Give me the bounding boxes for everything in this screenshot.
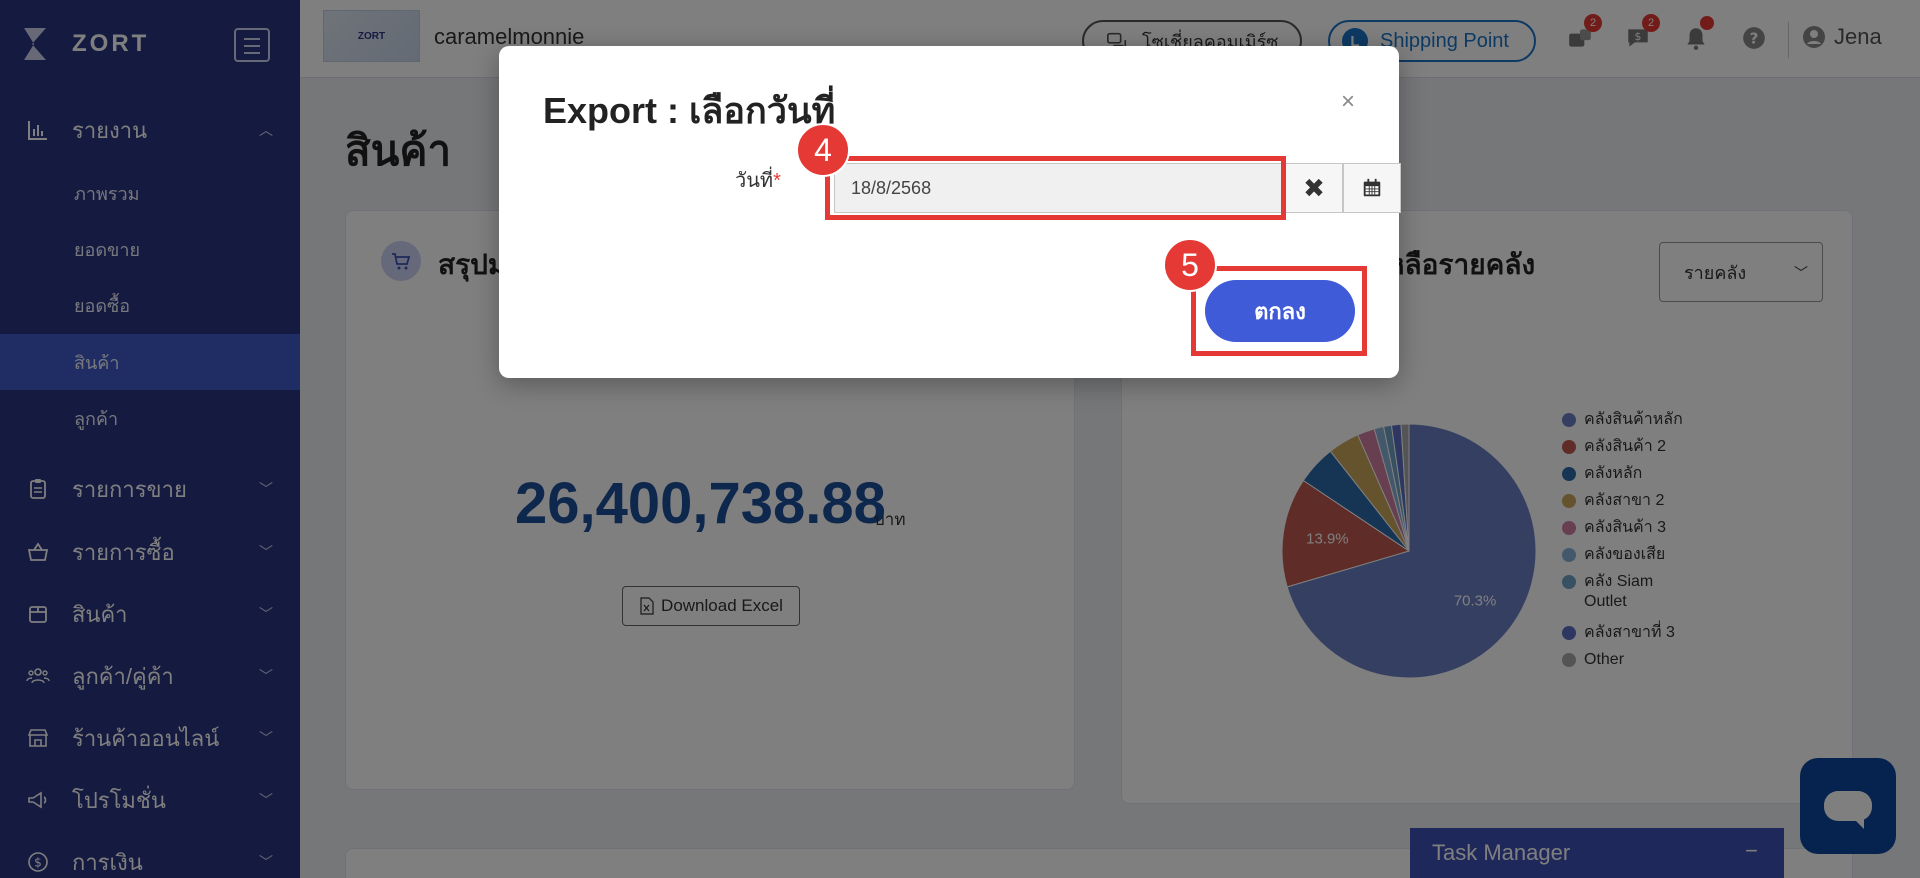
modal-title: Export : เลือกวันที่ bbox=[543, 90, 836, 131]
calendar-icon[interactable] bbox=[1343, 163, 1401, 213]
highlight-date-field-box bbox=[825, 156, 1286, 220]
required-mark: * bbox=[773, 170, 781, 192]
export-date-modal: Export : เลือกวันที่ × วันที่* 18/8/2568… bbox=[499, 46, 1401, 378]
step-marker-5: 5 bbox=[1163, 238, 1217, 292]
ok-button[interactable]: ตกลง bbox=[1205, 280, 1355, 342]
date-field-label: วันที่* bbox=[735, 164, 781, 196]
clear-date-icon[interactable]: ✖ bbox=[1285, 163, 1343, 213]
step-marker-4: 4 bbox=[796, 123, 850, 177]
close-icon[interactable]: × bbox=[1341, 88, 1355, 116]
date-label-text: วันที่ bbox=[735, 170, 774, 192]
